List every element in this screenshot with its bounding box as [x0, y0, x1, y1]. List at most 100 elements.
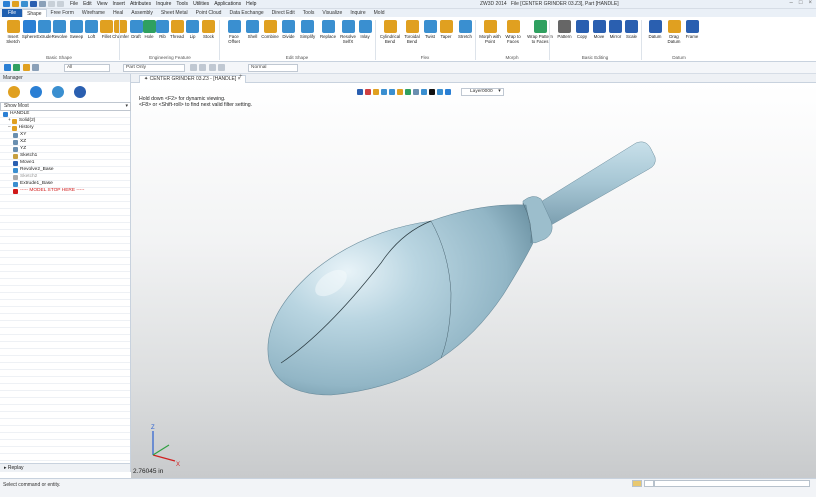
wrap-faces-button[interactable]: Wrap to Faces — [500, 20, 526, 44]
tab-tools[interactable]: Tools — [299, 9, 319, 17]
replace-button[interactable]: Replace — [317, 20, 339, 39]
tab-data-exchange[interactable]: Data Exchange — [225, 9, 267, 17]
3d-viewport[interactable]: Hold down <F2> for dynamic viewing. <F8>… — [131, 83, 816, 478]
snap-face-icon[interactable] — [218, 64, 226, 71]
open-file-icon[interactable] — [21, 1, 28, 7]
app-logo-icon[interactable] — [3, 1, 10, 7]
menu-tools[interactable]: Tools — [176, 1, 188, 7]
point-icon[interactable] — [13, 64, 21, 71]
tree-item[interactable]: XY — [13, 132, 26, 138]
tab-inquire[interactable]: Inquire — [346, 9, 369, 17]
menu-applications[interactable]: Applications — [214, 1, 241, 7]
cyl-bend-button[interactable]: Cylindrical Bend — [378, 20, 402, 44]
minimize-button[interactable]: – — [790, 0, 793, 6]
tab-visualize[interactable]: Visualize — [318, 9, 346, 17]
wrap-pattern-button[interactable]: Wrap Pattern to Faces — [524, 20, 556, 44]
snap-grid-icon[interactable] — [190, 64, 197, 71]
print-icon[interactable] — [39, 1, 46, 7]
axis-triad: Z X — [151, 425, 180, 468]
status-grid-icon[interactable] — [644, 480, 654, 487]
display-mode-select[interactable]: Normal — [248, 64, 298, 72]
document-tab[interactable]: ✦ CENTER GRINDER 03.Z3 - [HANDLE] × — [139, 75, 246, 83]
sweep-icon — [70, 20, 83, 33]
inlay-button[interactable]: Inlay — [356, 20, 374, 39]
scale-button[interactable]: Scale — [621, 20, 642, 39]
redo-icon[interactable] — [57, 1, 64, 7]
simplify-button[interactable]: Simplify — [296, 20, 319, 39]
tor-bend-icon — [405, 20, 419, 33]
y-axis-line — [152, 444, 170, 456]
menu-file[interactable]: File — [70, 1, 78, 7]
undo-icon[interactable] — [48, 1, 55, 7]
snap-edge-icon[interactable] — [208, 64, 216, 71]
new-file-icon[interactable] — [12, 1, 19, 7]
tab-mold[interactable]: Mold — [370, 9, 389, 17]
tab-file[interactable]: File — [2, 9, 23, 17]
datum-button[interactable]: Datum — [645, 20, 665, 39]
tree-item[interactable]: – History — [8, 125, 34, 131]
history-manager-icon[interactable] — [8, 86, 20, 98]
tree-item[interactable]: Revolve2_Base — [13, 167, 54, 173]
view-manager-icon[interactable] — [52, 86, 64, 98]
tab-wireframe[interactable]: Wireframe — [78, 9, 109, 17]
status-toggle-icon[interactable] — [632, 480, 642, 487]
face-offset-button[interactable]: Face Offset — [222, 20, 246, 44]
status-input[interactable] — [654, 480, 810, 487]
combine-button[interactable]: Combine — [259, 20, 281, 39]
assembly-manager-icon[interactable] — [30, 86, 42, 98]
menu-view[interactable]: View — [97, 1, 108, 7]
shape-filter-icon[interactable] — [32, 64, 40, 71]
tree-item[interactable]: XZ — [13, 139, 26, 145]
tree-expander-icon[interactable]: + — [8, 118, 11, 124]
maximize-button[interactable]: □ — [799, 0, 803, 6]
tab-heal[interactable]: Heal — [109, 9, 127, 17]
menu-help[interactable]: Help — [246, 1, 256, 7]
handle-model[interactable] — [267, 141, 656, 396]
tab-sheet-metal[interactable]: Sheet Metal — [157, 9, 192, 17]
tree-item[interactable]: Sketch2 — [13, 174, 37, 180]
feature-manager-icon[interactable] — [74, 86, 86, 98]
tree-item[interactable]: HANDLE — [3, 111, 29, 117]
pattern-button[interactable]: Pattern — [554, 20, 575, 39]
frame-button[interactable]: Frame — [682, 20, 702, 39]
combine-icon — [263, 20, 277, 33]
tree-item[interactable]: YZ — [13, 146, 26, 152]
pick-icon[interactable] — [4, 64, 11, 71]
replay-bar[interactable]: ▸ Replay — [0, 463, 131, 472]
tab-direct-edit[interactable]: Direct Edit — [268, 9, 299, 17]
tree-item[interactable]: Sketch1 — [13, 153, 37, 159]
line-icon[interactable] — [22, 64, 30, 71]
part-only-select[interactable]: Part Only — [123, 64, 185, 72]
show-mode-select[interactable]: Show Most ▾ — [0, 102, 131, 111]
chamfer-button[interactable]: Chamfer — [112, 20, 129, 39]
lip-icon — [186, 20, 199, 33]
close-button[interactable]: × — [808, 0, 812, 6]
tab-shape[interactable]: Shape — [22, 9, 47, 17]
tree-item[interactable]: Extrude1_Base — [13, 181, 53, 187]
move-button[interactable]: Move — [589, 20, 609, 39]
tab-free-form[interactable]: Free Form — [47, 9, 78, 17]
ribbon: Insert Sketch Sphere Extrude Revolve Sweep Lo… — [0, 17, 816, 62]
menu-edit[interactable]: Edit — [83, 1, 92, 7]
filter-select[interactable]: All — [64, 64, 110, 72]
tree-item[interactable]: + Solid(2) — [8, 118, 35, 124]
tab-assembly[interactable]: Assembly — [127, 9, 157, 17]
handle-bulb[interactable] — [267, 204, 534, 396]
model-view[interactable]: Z X — [131, 83, 816, 478]
stock-button[interactable]: Stock — [199, 20, 218, 39]
menu-inquire[interactable]: Inquire — [156, 1, 171, 7]
tree-item-label: History — [18, 125, 34, 130]
tree-item[interactable]: Move1 — [13, 160, 34, 166]
tree-item[interactable]: ----- MODEL STOP HERE ----- — [13, 188, 84, 194]
save-icon[interactable] — [30, 1, 37, 7]
menu-utilities[interactable]: Utilities — [193, 1, 209, 7]
snap-point-icon[interactable] — [199, 64, 207, 71]
menu-attributes[interactable]: Attributes — [130, 1, 151, 7]
menu-insert[interactable]: Insert — [112, 1, 125, 7]
handle-shaft[interactable] — [538, 141, 656, 226]
tree-expander-icon[interactable]: – — [8, 125, 11, 131]
stretch-button[interactable]: Stretch — [453, 20, 477, 39]
new-tab-icon[interactable]: + — [239, 74, 243, 80]
ribbon-group-edit-shape: Edit Shape — [285, 55, 309, 60]
tab-point-cloud[interactable]: Point Cloud — [192, 9, 226, 17]
